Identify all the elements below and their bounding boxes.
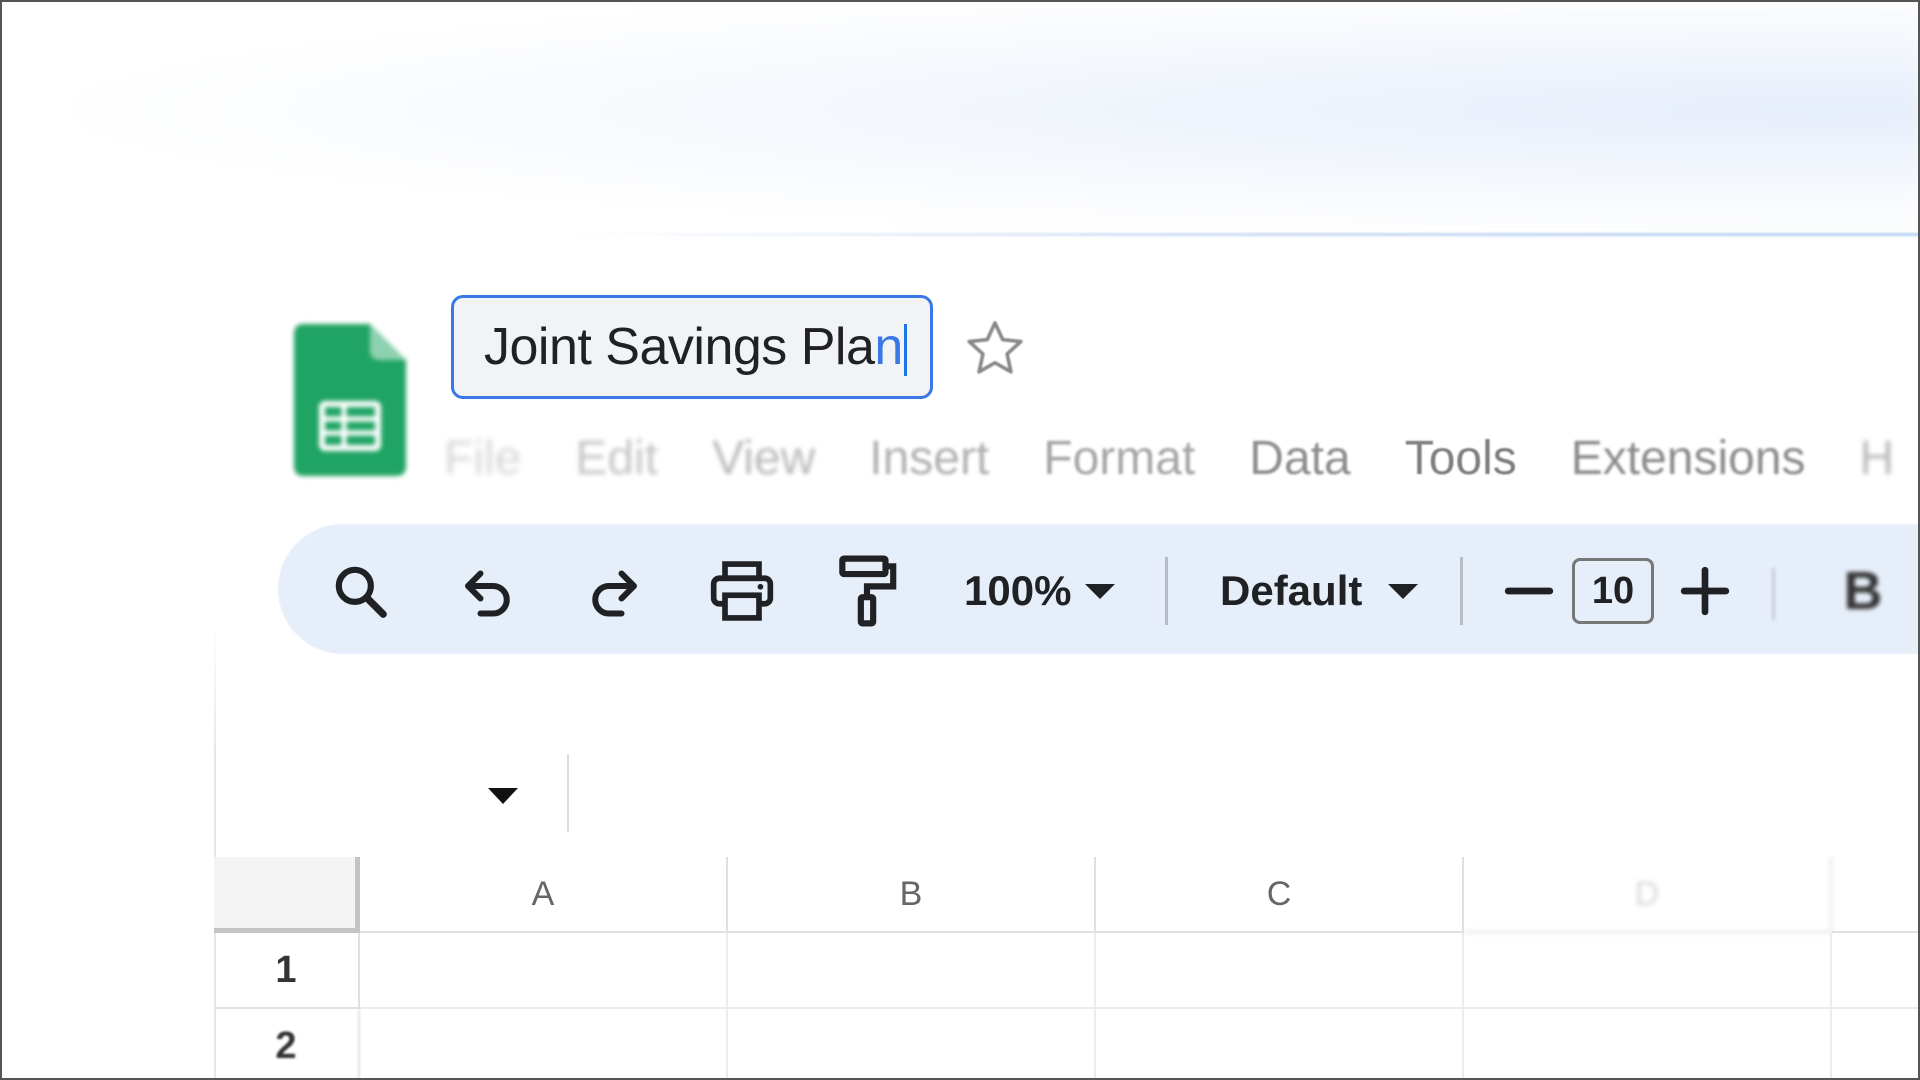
redo-icon bbox=[592, 570, 637, 617]
header-divider bbox=[562, 233, 1918, 236]
cell-e1[interactable] bbox=[1832, 933, 1918, 1009]
cell-d2[interactable] bbox=[1464, 1009, 1832, 1078]
paint-format-icon bbox=[839, 555, 897, 627]
name-box-dropdown[interactable] bbox=[486, 786, 520, 806]
font-size-input[interactable]: 10 bbox=[1572, 558, 1654, 624]
bold-button[interactable]: B bbox=[1838, 558, 1888, 624]
toolbar-divider bbox=[1772, 568, 1775, 620]
document-title-text: Joint Savings Plan bbox=[484, 317, 907, 377]
menu-data[interactable]: Data bbox=[1249, 431, 1350, 486]
menu-view[interactable]: View bbox=[712, 431, 815, 486]
column-header-a[interactable]: A bbox=[360, 857, 728, 933]
star-icon[interactable] bbox=[962, 316, 1028, 382]
toolbar-divider bbox=[1460, 557, 1463, 625]
menu-extensions[interactable]: Extensions bbox=[1571, 431, 1806, 486]
redo-button[interactable] bbox=[580, 558, 648, 624]
row-header-2[interactable]: 2 bbox=[214, 1009, 360, 1078]
cell-a2[interactable] bbox=[360, 1009, 728, 1078]
menu-help[interactable]: H bbox=[1860, 431, 1895, 486]
undo-icon bbox=[465, 570, 510, 617]
zoom-select[interactable]: 100% bbox=[964, 558, 1124, 624]
menu-tools[interactable]: Tools bbox=[1405, 431, 1517, 486]
cell-b2[interactable] bbox=[728, 1009, 1096, 1078]
column-header-b[interactable]: B bbox=[728, 857, 1096, 933]
column-header-c[interactable]: C bbox=[1096, 857, 1464, 933]
chevron-down-icon bbox=[488, 788, 518, 804]
minus-icon bbox=[1504, 587, 1554, 595]
toolbar-divider bbox=[1165, 557, 1168, 625]
row-header-1[interactable]: 1 bbox=[214, 933, 360, 1009]
chevron-down-icon bbox=[1085, 584, 1116, 599]
document-title-input[interactable]: Joint Savings Plan bbox=[451, 295, 933, 399]
zoom-value: 100% bbox=[964, 567, 1072, 614]
select-all-corner[interactable] bbox=[214, 857, 360, 933]
menu-file[interactable]: File bbox=[444, 431, 521, 486]
increase-font-size-button[interactable] bbox=[1678, 558, 1732, 624]
print-icon bbox=[710, 561, 774, 621]
menu-edit[interactable]: Edit bbox=[575, 431, 658, 486]
cell-e2[interactable] bbox=[1832, 1009, 1918, 1078]
font-value: Default bbox=[1220, 567, 1363, 614]
cell-d1[interactable] bbox=[1464, 933, 1832, 1009]
paint-format-button[interactable] bbox=[834, 554, 900, 628]
undo-button[interactable] bbox=[454, 558, 522, 624]
cell-c1[interactable] bbox=[1096, 933, 1464, 1009]
formula-bar-divider bbox=[567, 754, 569, 832]
background-glow bbox=[2, 2, 1918, 242]
search-button[interactable] bbox=[326, 558, 394, 624]
print-button[interactable] bbox=[706, 556, 778, 626]
font-select[interactable]: Default bbox=[1220, 558, 1430, 624]
column-header-e[interactable] bbox=[1832, 857, 1918, 933]
sheets-logo-icon[interactable] bbox=[294, 324, 406, 476]
cell-a1[interactable] bbox=[360, 933, 728, 1009]
cell-c2[interactable] bbox=[1096, 1009, 1464, 1078]
column-header-d[interactable]: D bbox=[1464, 857, 1832, 933]
app-window: Joint Savings Plan File Edit View Insert… bbox=[0, 0, 1920, 1080]
chevron-down-icon bbox=[1388, 584, 1419, 599]
menu-bar: File Edit View Insert Format Data Tools … bbox=[444, 428, 1894, 488]
decrease-font-size-button[interactable] bbox=[1502, 558, 1556, 624]
plus-icon bbox=[1680, 566, 1730, 616]
menu-insert[interactable]: Insert bbox=[869, 431, 989, 486]
spreadsheet-grid: A B C D 1 2 bbox=[214, 857, 1918, 1078]
cell-b1[interactable] bbox=[728, 933, 1096, 1009]
text-caret bbox=[903, 324, 907, 377]
menu-format[interactable]: Format bbox=[1043, 431, 1195, 486]
search-icon bbox=[335, 566, 387, 618]
